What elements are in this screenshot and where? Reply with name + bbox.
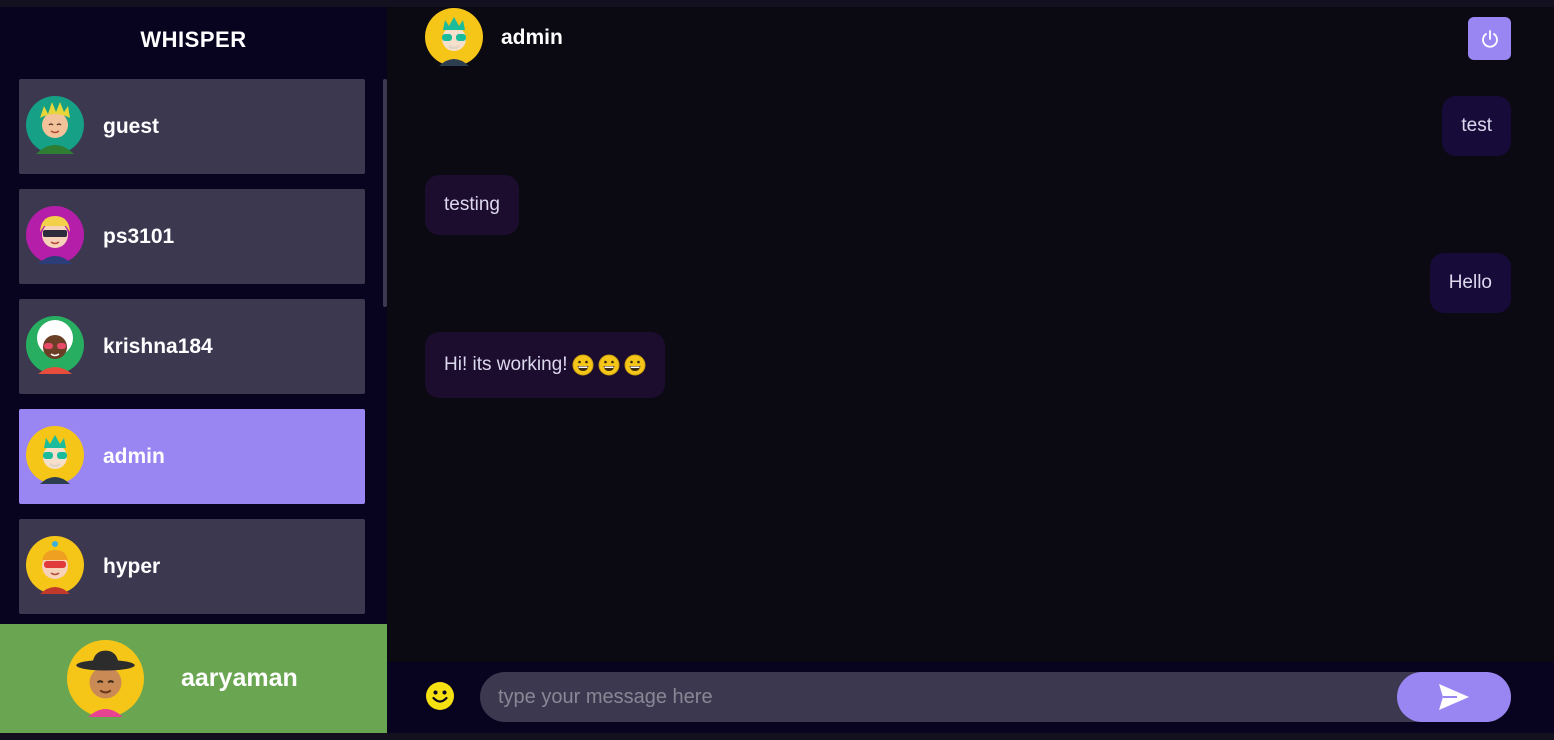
grinning-face-icon [572, 354, 594, 376]
grinning-face-icon [598, 354, 620, 376]
contact-hyper[interactable]: hyper [19, 519, 365, 614]
send-icon [1439, 684, 1469, 710]
grinning-face-icon [624, 354, 646, 376]
avatar [26, 316, 84, 374]
contact-name: guest [103, 115, 160, 138]
message-bubble-sent: test [1442, 96, 1511, 156]
contact-name: hyper [103, 555, 161, 578]
message-text: test [1461, 115, 1492, 136]
chat-app: WHISPER guest ps3101 krishna184 admin hy… [0, 7, 1554, 733]
contact-name: ps3101 [103, 225, 175, 248]
chat-header-name: admin [501, 26, 563, 49]
send-button[interactable] [1397, 672, 1511, 722]
logout-button[interactable] [1468, 17, 1511, 60]
message-text: Hi! its working! [444, 354, 568, 375]
message-input-wrapper [480, 672, 1511, 722]
chat-header-avatar [425, 8, 483, 66]
contact-name: krishna184 [103, 335, 213, 358]
smiley-icon[interactable] [425, 681, 455, 711]
avatar [26, 536, 84, 594]
contact-guest[interactable]: guest [19, 79, 365, 174]
brand-title: WHISPER [140, 27, 247, 52]
contact-name: admin [103, 445, 165, 468]
message-text: testing [444, 194, 500, 215]
contact-list[interactable]: guest ps3101 krishna184 admin hyper [19, 79, 365, 624]
chat-container: admin test testing Hello Hi! its working… [387, 7, 1554, 733]
avatar [26, 96, 84, 154]
message-text: Hello [1448, 272, 1492, 293]
current-user-panel: aaryaman [0, 624, 387, 733]
current-user-avatar [67, 640, 144, 717]
chat-header: admin [387, 7, 1554, 73]
message-composer [387, 662, 1554, 733]
message-bubble-sent: Hello [1429, 253, 1511, 313]
sidebar: WHISPER guest ps3101 krishna184 admin hy… [0, 7, 387, 733]
message-bubble-received: Hi! its working! [425, 332, 665, 398]
message-input[interactable] [498, 672, 1388, 722]
power-icon [1481, 29, 1498, 48]
message-bubble-received: testing [425, 175, 519, 235]
message-list: test testing Hello Hi! its working! [425, 89, 1511, 649]
contact-admin[interactable]: admin [19, 409, 365, 504]
avatar [26, 206, 84, 264]
contact-ps3101[interactable]: ps3101 [19, 189, 365, 284]
contact-krishna184[interactable]: krishna184 [19, 299, 365, 394]
avatar [26, 426, 84, 484]
current-user-name: aaryaman [181, 664, 298, 692]
